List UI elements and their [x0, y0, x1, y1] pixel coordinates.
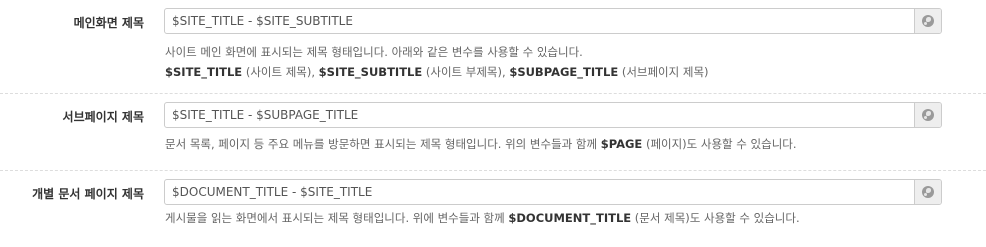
var-site-title: $SITE_TITLE — [165, 65, 243, 79]
help-text-pre: 게시물을 읽는 화면에서 표시되는 제목 형태입니다. 위에 변수들과 함께 — [165, 211, 509, 225]
document-title-row: 개별 문서 페이지 제목 게시물을 읽는 화면에서 표시되는 제목 형태입니다.… — [0, 171, 986, 247]
subpage-title-input-group[interactable] — [164, 102, 942, 128]
document-title-label: 개별 문서 페이지 제목 — [32, 187, 144, 201]
var-site-subtitle: $SITE_SUBTITLE — [318, 65, 423, 79]
document-title-help: 게시물을 읽는 화면에서 표시되는 제목 형태입니다. 위에 변수들과 함께 $… — [165, 208, 800, 228]
lang-addon-button[interactable] — [914, 9, 941, 33]
main-title-help: 사이트 메인 화면에 표시되는 제목 형태입니다. 아래와 같은 변수를 사용할… — [165, 42, 709, 82]
lang-addon-button[interactable] — [914, 103, 941, 127]
lang-addon-button[interactable] — [914, 180, 941, 204]
main-title-row: 메인화면 제목 사이트 메인 화면에 표시되는 제목 형태입니다. 아래와 같은… — [0, 0, 986, 94]
globe-icon — [922, 15, 934, 27]
help-text-pre: 문서 목록, 페이지 등 주요 메뉴를 방문하면 표시되는 제목 형태입니다. … — [165, 137, 601, 151]
help-text-post: (페이지)도 사용할 수 있습니다. — [642, 137, 797, 151]
var-page: $PAGE — [600, 137, 643, 151]
main-title-label: 메인화면 제목 — [73, 16, 144, 30]
var-subpage-title: $SUBPAGE_TITLE — [509, 65, 619, 79]
main-title-input-group[interactable] — [164, 8, 942, 34]
help-line-2: $SITE_TITLE (사이트 제목), $SITE_SUBTITLE (사이… — [165, 62, 709, 82]
var-site-subtitle-desc: (사이트 부제목), — [422, 65, 510, 79]
var-subpage-title-desc: (서브페이지 제목) — [618, 65, 709, 79]
subpage-title-label: 서브페이지 제목 — [62, 110, 144, 124]
main-title-input[interactable] — [165, 9, 914, 33]
globe-icon — [922, 109, 934, 121]
help-text-post: (문서 제목)도 사용할 수 있습니다. — [631, 211, 800, 225]
document-title-input[interactable] — [165, 180, 914, 204]
subpage-title-input[interactable] — [165, 103, 914, 127]
document-title-input-group[interactable] — [164, 179, 942, 205]
var-site-title-desc: (사이트 제목), — [242, 65, 319, 79]
globe-icon — [922, 186, 934, 198]
title-settings-form: 메인화면 제목 사이트 메인 화면에 표시되는 제목 형태입니다. 아래와 같은… — [0, 0, 986, 247]
subpage-title-help: 문서 목록, 페이지 등 주요 메뉴를 방문하면 표시되는 제목 형태입니다. … — [165, 134, 797, 154]
subpage-title-row: 서브페이지 제목 문서 목록, 페이지 등 주요 메뉴를 방문하면 표시되는 제… — [0, 94, 986, 171]
var-document-title: $DOCUMENT_TITLE — [508, 211, 632, 225]
help-line-1: 사이트 메인 화면에 표시되는 제목 형태입니다. 아래와 같은 변수를 사용할… — [165, 45, 583, 59]
